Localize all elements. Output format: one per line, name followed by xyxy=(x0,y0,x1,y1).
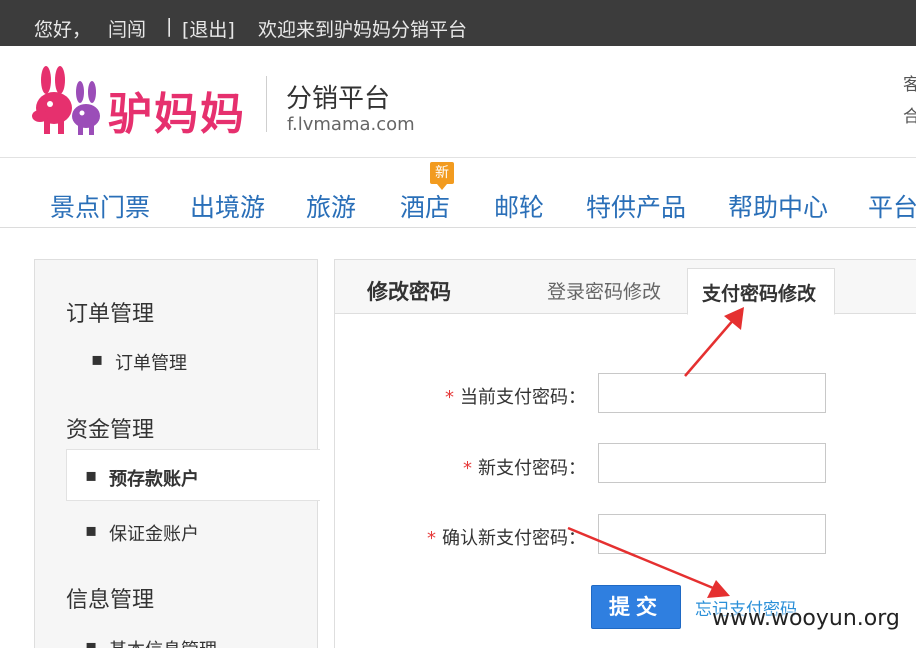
sidebar: 订单管理 ▪ 订单管理 资金管理 ▪ 预存款账户 ▪ 保证金账户 信息管理 ▪ … xyxy=(34,259,320,648)
bullet-icon: ▪ xyxy=(85,465,98,486)
site-header: 驴妈妈 分销平台 f.lvmama.com 客 合 xyxy=(0,46,916,158)
required-mark: * xyxy=(427,528,436,549)
logo-divider xyxy=(266,76,267,132)
nav-item-cruise[interactable]: 邮轮 xyxy=(494,188,544,224)
platform-url: f.lvmama.com xyxy=(287,114,415,135)
watermark: www.wooyun.org xyxy=(712,606,900,631)
sidebar-item-basic-info[interactable]: ▪ 基本信息管理 xyxy=(85,636,217,648)
new-badge: 新 xyxy=(430,162,454,190)
header-right-text-2: 合 xyxy=(903,107,916,127)
sidebar-group-orders: 订单管理 xyxy=(66,302,155,327)
tab-login-password[interactable]: 登录密码修改 xyxy=(547,277,661,304)
sidebar-item-label: 基本信息管理 xyxy=(109,640,217,648)
nav-item-help[interactable]: 帮助中心 xyxy=(728,188,828,224)
sidebar-item-label: 订单管理 xyxy=(115,353,187,374)
sidebar-item-orders[interactable]: ▪ 订单管理 xyxy=(91,349,187,375)
top-bar: 您好， 闫闯 | [退出] 欢迎来到驴妈妈分销平台 xyxy=(0,0,916,46)
main-nav: 景点门票 出境游 旅游 酒店 新 邮轮 特供产品 帮助中心 平台 xyxy=(0,158,916,228)
topbar-separator: | xyxy=(166,15,173,37)
header-right-text-1: 客 xyxy=(903,75,916,95)
nav-item-outbound[interactable]: 出境游 xyxy=(190,188,265,224)
confirm-password-label: * 确认新支付密码： xyxy=(427,528,586,549)
required-mark: * xyxy=(463,458,472,479)
current-password-input[interactable] xyxy=(598,373,826,413)
sidebar-item-label: 预存款账户 xyxy=(109,469,199,490)
nav-item-special[interactable]: 特供产品 xyxy=(586,188,686,224)
new-password-label: * 新支付密码： xyxy=(463,458,586,479)
platform-title: 分销平台 xyxy=(286,84,391,114)
username-link[interactable]: 闫闯 xyxy=(108,15,146,42)
new-password-input[interactable] xyxy=(598,443,826,483)
nav-item-platform[interactable]: 平台 xyxy=(868,188,916,224)
nav-item-tickets[interactable]: 景点门票 xyxy=(50,188,150,224)
sidebar-item-deposit-account[interactable]: ▪ 保证金账户 xyxy=(85,520,199,546)
logo-text[interactable]: 驴妈妈 xyxy=(108,78,246,142)
nav-item-hotel[interactable]: 酒店 xyxy=(400,188,450,224)
donkey-logo-icon[interactable] xyxy=(30,66,110,138)
panel-header: 修改密码 登录密码修改 支付密码修改 xyxy=(335,260,916,315)
required-mark: * xyxy=(445,387,454,408)
current-password-label: * 当前支付密码： xyxy=(445,387,586,408)
nav-item-travel[interactable]: 旅游 xyxy=(306,188,356,224)
sidebar-group-info: 信息管理 xyxy=(66,588,155,613)
sidebar-item-label: 保证金账户 xyxy=(109,524,199,545)
bullet-icon: ▪ xyxy=(85,636,98,648)
tab-payment-password[interactable]: 支付密码修改 xyxy=(687,268,835,315)
greeting-text: 您好， xyxy=(34,19,92,41)
submit-button[interactable]: 提交 xyxy=(591,585,681,629)
welcome-text: 欢迎来到驴妈妈分销平台 xyxy=(258,19,468,41)
bullet-icon: ▪ xyxy=(85,520,98,541)
panel-title: 修改密码 xyxy=(367,280,451,304)
confirm-password-input[interactable] xyxy=(598,514,826,554)
bullet-icon: ▪ xyxy=(91,349,104,370)
logout-link[interactable]: [退出] xyxy=(182,15,235,42)
sidebar-item-prepaid-account[interactable]: ▪ 预存款账户 xyxy=(85,465,199,491)
sidebar-group-funds: 资金管理 xyxy=(66,418,155,443)
